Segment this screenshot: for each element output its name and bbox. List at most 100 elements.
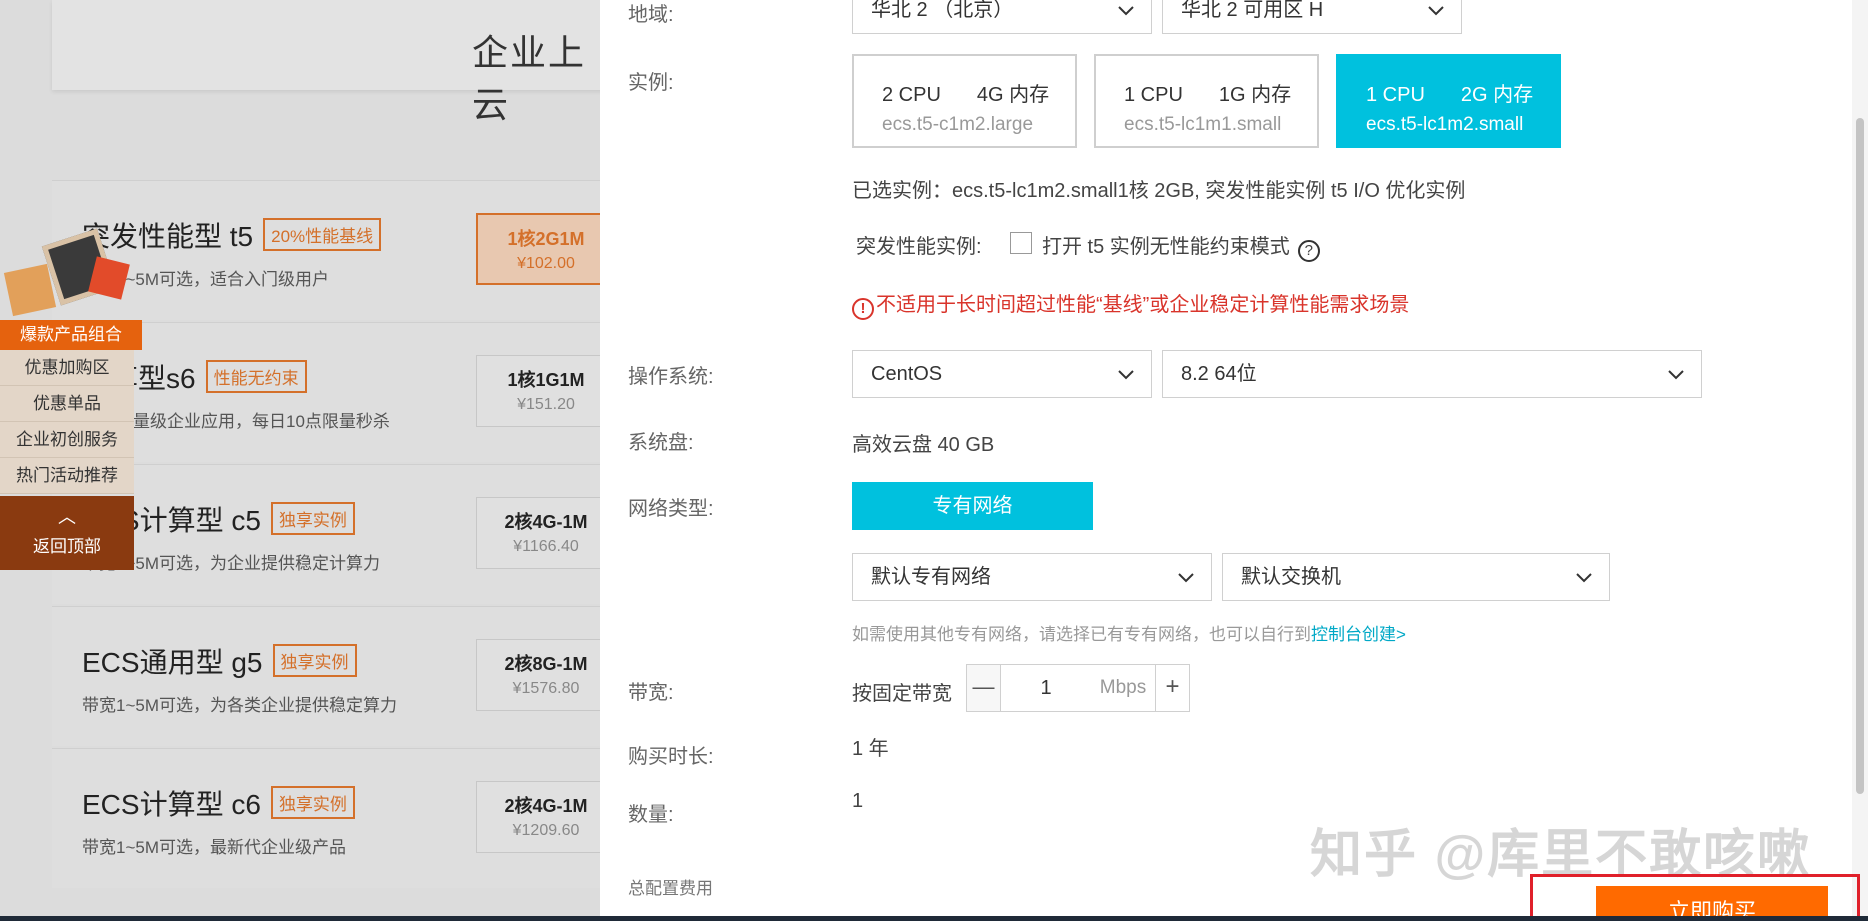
float-nav-item[interactable]: 热门活动推荐 xyxy=(0,458,134,494)
bandwidth-mode: 按固定带宽 xyxy=(852,683,952,705)
switch-select[interactable]: 默认交换机 xyxy=(1222,553,1610,601)
product-badge: 20%性能基线 xyxy=(263,218,382,252)
instance-cpu: 1 CPU xyxy=(1366,84,1425,106)
header-title: 企业上云 xyxy=(472,32,587,125)
os-version-value: 8.2 64位 xyxy=(1181,363,1257,385)
float-nav-item[interactable]: 优惠加购区 xyxy=(0,350,134,386)
warning-text: ! 不适用于长时间超过性能“基线”或企业稳定计算性能需求场景 xyxy=(852,288,1409,320)
product-badge: 性能无约束 xyxy=(205,360,307,394)
bandwidth-unit: Mbps xyxy=(1099,677,1147,698)
instance-mem: 1G 内存 xyxy=(1218,84,1292,106)
disk-value: 高效云盘 40 GB xyxy=(852,434,995,456)
console-create-link[interactable]: 控制台创建> xyxy=(1311,625,1406,644)
panel-scrollbar[interactable] xyxy=(1852,0,1868,916)
product-badge: 独享实例 xyxy=(270,502,355,536)
os-value: CentOS xyxy=(871,363,943,385)
price-option[interactable]: 1核2G1M ¥102.00 xyxy=(476,213,616,285)
product-title: ECS通用型 g5 独享实例 xyxy=(82,641,357,681)
burst-option-label: 打开 t5 实例无性能约束模式 xyxy=(1042,236,1290,258)
warning-icon: ! xyxy=(852,298,874,320)
instance-code: ecs.t5-lc1m2.small xyxy=(1366,114,1524,135)
price-option[interactable]: 2核8G-1M ¥1576.80 xyxy=(476,639,616,711)
price-option[interactable]: 1核1G1M ¥151.20 xyxy=(476,355,616,427)
product-title: ECS计算型 c6 独享实例 xyxy=(82,783,355,823)
chevron-down-icon xyxy=(1668,370,1684,380)
chevron-down-icon xyxy=(1576,573,1592,583)
instance-mem: 2G 内存 xyxy=(1460,84,1534,106)
disk-label: 系统盘: xyxy=(628,432,694,454)
instance-code: ecs.t5-lc1m1.small xyxy=(1124,114,1282,135)
instance-option-selected[interactable]: 1 CPU 2G 内存 ecs.t5-lc1m2.small xyxy=(1336,54,1561,148)
price-spec: 2核4G-1M xyxy=(504,512,588,532)
duration-label: 购买时长: xyxy=(628,746,714,768)
price-value: ¥1576.80 xyxy=(512,680,580,697)
price-spec: 2核8G-1M xyxy=(504,654,588,674)
instance-mem: 4G 内存 xyxy=(976,84,1050,106)
scrollbar-thumb[interactable] xyxy=(1856,118,1864,794)
zone-value: 华北 2 可用区 H xyxy=(1181,0,1324,21)
network-hint-text: 如需使用其他专有网络，请选择已有专有网络，也可以自行到 xyxy=(852,625,1311,644)
float-nav-item[interactable]: 企业初创服务 xyxy=(0,422,134,458)
total-label: 总配置费用 xyxy=(628,879,713,898)
region-label: 地域: xyxy=(628,4,674,26)
bandwidth-stepper: — 1 Mbps + xyxy=(966,664,1190,712)
duration-value: 1 年 xyxy=(852,738,889,760)
help-icon[interactable]: ? xyxy=(1297,240,1320,262)
price-option[interactable]: 2核4G-1M ¥1209.60 xyxy=(476,781,616,853)
product-card-c6[interactable]: ECS计算型 c6 独享实例 带宽1~5M可选，最新代企业级产品 2核4G-1M … xyxy=(52,748,616,888)
bandwidth-input[interactable]: 1 xyxy=(1001,665,1091,711)
instance-cpu: 2 CPU xyxy=(882,84,941,106)
product-badge: 独享实例 xyxy=(272,644,357,678)
os-version-select[interactable]: 8.2 64位 xyxy=(1162,350,1702,398)
gift-icon xyxy=(0,228,130,320)
price-value: ¥1166.40 xyxy=(513,538,579,555)
price-value: ¥1209.60 xyxy=(512,822,580,839)
instance-option[interactable]: 2 CPU 4G 内存 ecs.t5-c1m2.large xyxy=(852,54,1077,148)
instance-label: 实例: xyxy=(628,72,674,94)
switch-value: 默认交换机 xyxy=(1241,566,1341,588)
burst-label: 突发性能实例: xyxy=(856,236,982,258)
price-value: ¥151.20 xyxy=(517,396,575,413)
region-select[interactable]: 华北 2 （北京） xyxy=(852,0,1152,34)
price-option[interactable]: 2核4G-1M ¥1166.40 xyxy=(476,497,616,569)
instance-option[interactable]: 1 CPU 1G 内存 ecs.t5-lc1m1.small xyxy=(1094,54,1319,148)
chevron-down-icon xyxy=(1428,6,1444,16)
product-card-t5[interactable]: 突发性能型 t5 20%性能基线 带宽1~5M可选，适合入门级用户 1核2G1M … xyxy=(52,180,616,320)
chevron-down-icon xyxy=(1118,6,1134,16)
decrement-button[interactable]: — xyxy=(967,665,1001,711)
back-to-top-button[interactable]: ︿ 返回顶部 xyxy=(0,496,134,570)
increment-button[interactable]: + xyxy=(1155,665,1189,711)
product-subtitle: 带宽1~5M可选，为各类企业提供稳定算力 xyxy=(82,696,397,715)
float-nav-hot[interactable]: 爆款产品组合 xyxy=(0,320,142,350)
selected-instance-text: 已选实例：ecs.t5-lc1m2.small1核 2GB, 突发性能实例 t5… xyxy=(852,180,1466,202)
zone-select[interactable]: 华北 2 可用区 H xyxy=(1162,0,1462,34)
purchase-panel: 地域: 华北 2 （北京） 华北 2 可用区 H 实例: 2 CPU 4G 内存 … xyxy=(600,0,1868,916)
bandwidth-label: 带宽: xyxy=(628,682,674,704)
quantity-value: 1 xyxy=(852,790,864,812)
price-spec: 1核2G1M xyxy=(507,229,585,249)
os-select[interactable]: CentOS xyxy=(852,350,1152,398)
price-spec: 2核4G-1M xyxy=(504,796,588,816)
network-label: 网络类型: xyxy=(628,498,714,520)
os-label: 操作系统: xyxy=(628,366,714,388)
product-badge: 独享实例 xyxy=(270,786,355,820)
float-nav-item[interactable]: 优惠单品 xyxy=(0,386,134,422)
region-value: 华北 2 （北京） xyxy=(871,0,1014,21)
chevron-up-icon: ︿ xyxy=(58,507,76,527)
vpc-network-button[interactable]: 专有网络 xyxy=(852,482,1093,530)
chevron-down-icon xyxy=(1118,370,1134,380)
header-card: 企业上云 xyxy=(52,0,612,125)
product-card-g5[interactable]: ECS通用型 g5 独享实例 带宽1~5M可选，为各类企业提供稳定算力 2核8G-… xyxy=(52,606,616,746)
chevron-down-icon xyxy=(1178,573,1194,583)
instance-code: ecs.t5-c1m2.large xyxy=(882,114,1034,135)
taskbar xyxy=(0,916,1868,921)
quantity-label: 数量: xyxy=(628,804,674,826)
price-value: ¥102.00 xyxy=(517,255,575,272)
vpc-select[interactable]: 默认专有网络 xyxy=(852,553,1212,601)
burst-unlimited-checkbox[interactable] xyxy=(1010,232,1032,254)
warning-message: 不适用于长时间超过性能“基线”或企业稳定计算性能需求场景 xyxy=(876,294,1410,316)
product-subtitle: 带宽1~5M可选，最新代企业级产品 xyxy=(82,838,346,857)
price-spec: 1核1G1M xyxy=(507,370,585,390)
burst-option: 打开 t5 实例无性能约束模式? xyxy=(1042,230,1320,262)
instance-cpu: 1 CPU xyxy=(1124,84,1183,106)
